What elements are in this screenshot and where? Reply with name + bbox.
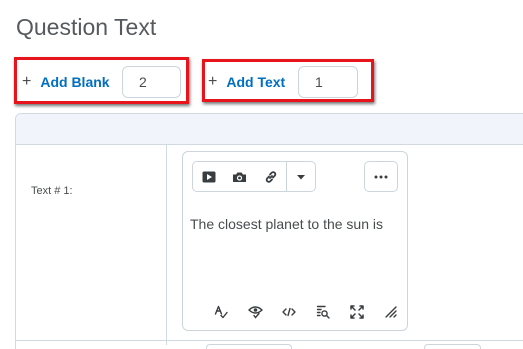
- add-blank-label: Add Blank: [40, 74, 110, 90]
- resize-handle-icon[interactable]: [381, 302, 401, 322]
- next-row-control: [424, 344, 481, 349]
- table-row-label-cell: Text # 1:: [16, 145, 167, 345]
- editor-toolbar: [192, 161, 316, 192]
- accessibility-check-icon[interactable]: [245, 302, 265, 322]
- camera-icon[interactable]: [224, 162, 255, 191]
- more-options-icon[interactable]: [364, 161, 398, 192]
- find-replace-icon[interactable]: [313, 302, 333, 322]
- spellcheck-icon[interactable]: [211, 302, 231, 322]
- chevron-down-icon[interactable]: [286, 162, 315, 191]
- add-text-button[interactable]: + Add Text: [208, 73, 285, 91]
- fullscreen-icon[interactable]: [347, 302, 367, 322]
- add-text-label: Add Text: [226, 74, 286, 90]
- editor-content[interactable]: The closest planet to the sun is: [190, 216, 400, 232]
- blank-count-input[interactable]: [122, 66, 181, 98]
- link-icon[interactable]: [255, 162, 286, 191]
- source-code-icon[interactable]: [279, 302, 299, 322]
- editor-status-bar: [211, 302, 401, 322]
- video-icon[interactable]: [193, 162, 224, 191]
- question-text-page: Question Text + Add Blank + Add Text Tex…: [0, 0, 523, 349]
- section-title: Question Text: [16, 14, 157, 40]
- text-count-input[interactable]: [298, 66, 358, 98]
- table-row-divider: [16, 340, 523, 341]
- next-row-control: [206, 344, 292, 349]
- plus-icon: +: [208, 73, 218, 90]
- add-blank-button[interactable]: + Add Blank: [22, 73, 110, 91]
- text-row-label: Text # 1:: [31, 185, 73, 197]
- table-header: [16, 114, 523, 145]
- rich-text-editor: The closest planet to the sun is: [182, 151, 408, 331]
- plus-icon: +: [22, 73, 32, 90]
